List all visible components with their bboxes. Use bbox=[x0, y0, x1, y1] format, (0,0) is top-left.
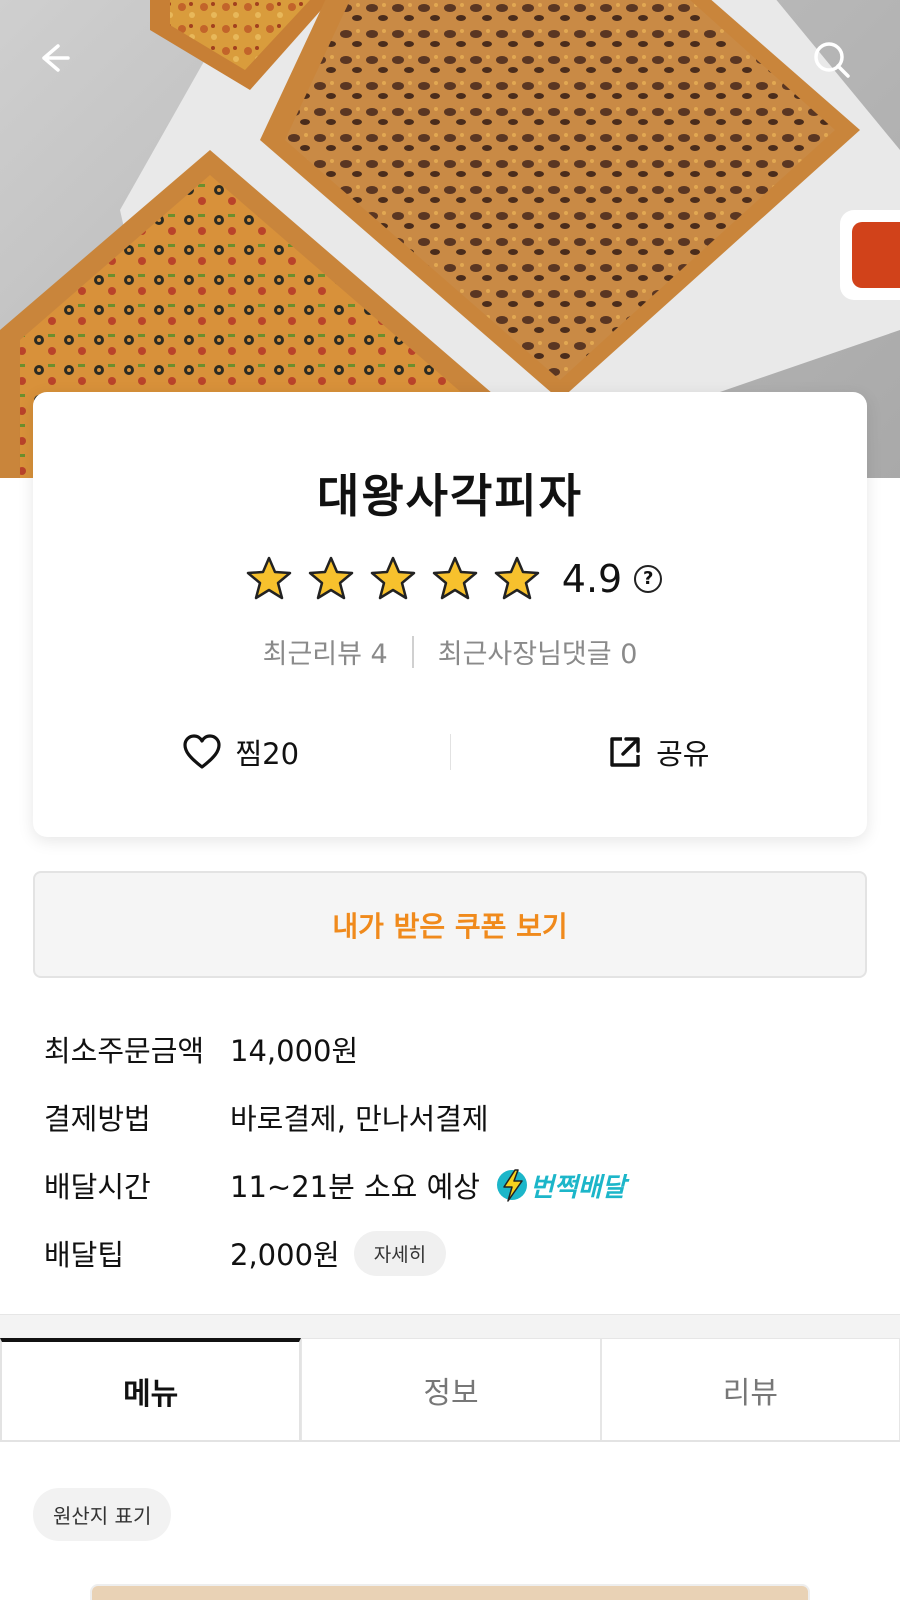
search-button[interactable] bbox=[810, 38, 866, 94]
payment-method-value: 바로결제, 만나서결제 bbox=[230, 1102, 489, 1136]
share-button[interactable]: 공유 bbox=[451, 731, 868, 773]
store-tabs: 메뉴 정보 리뷰 bbox=[0, 1338, 900, 1442]
star-icon bbox=[246, 556, 292, 600]
divider bbox=[411, 635, 414, 668]
store-delivery-info: 최소주문금액 14,000원 결제방법 바로결제, 만나서결제 배달시간 11~… bbox=[44, 1015, 864, 1287]
info-label: 최소주문금액 bbox=[44, 1034, 205, 1068]
star-icon bbox=[308, 556, 354, 600]
min-order-row: 최소주문금액 14,000원 bbox=[44, 1015, 864, 1083]
share-label: 공유 bbox=[656, 737, 710, 771]
back-button[interactable] bbox=[34, 38, 90, 94]
info-label: 배달시간 bbox=[44, 1170, 151, 1204]
info-label: 결제방법 bbox=[44, 1102, 151, 1136]
flash-delivery-label: 번쩍배달 bbox=[529, 1172, 626, 1203]
flash-delivery-badge: 번쩍배달 bbox=[496, 1167, 626, 1204]
tab-menu[interactable]: 메뉴 bbox=[0, 1338, 302, 1440]
owner-replies-link[interactable]: 최근사장님댓글 0 bbox=[438, 632, 638, 671]
delivery-tip-wrapper: 2,000원 자세히 bbox=[230, 1230, 447, 1276]
like-button[interactable]: 찜20 bbox=[33, 731, 450, 773]
delivery-tip-value: 2,000원 bbox=[230, 1238, 340, 1272]
delivery-tip-row: 배달팁 2,000원 자세히 bbox=[44, 1219, 864, 1287]
action-row: 찜20 공유 bbox=[33, 717, 867, 787]
rating-value: 4.9 bbox=[561, 557, 623, 601]
star-icon bbox=[432, 556, 478, 600]
heart-icon bbox=[183, 734, 222, 769]
rating-row: 4.9 ? bbox=[33, 554, 867, 604]
my-coupons-button[interactable]: 내가 받은 쿠폰 보기 bbox=[33, 871, 867, 978]
like-count: 찜20 bbox=[235, 737, 300, 771]
store-name: 대왕사각피자 bbox=[317, 469, 583, 523]
section-divider bbox=[0, 1314, 900, 1338]
origin-label-button[interactable]: 원산지 표기 bbox=[33, 1488, 172, 1541]
help-icon[interactable]: ? bbox=[634, 565, 663, 593]
info-label: 배달팁 bbox=[44, 1238, 125, 1272]
delivery-time-row: 배달시간 11~21분 소요 예상 번쩍배달 bbox=[44, 1151, 864, 1219]
payment-method-row: 결제방법 바로결제, 만나서결제 bbox=[44, 1083, 864, 1151]
recent-reviews-link[interactable]: 최근리뷰 4 bbox=[263, 632, 388, 671]
share-icon bbox=[610, 737, 640, 767]
tab-reviews[interactable]: 리뷰 bbox=[600, 1338, 900, 1440]
lightning-icon bbox=[496, 1169, 527, 1202]
min-order-value: 14,000원 bbox=[230, 1034, 359, 1068]
search-icon bbox=[814, 42, 850, 78]
tab-info[interactable]: 정보 bbox=[301, 1338, 601, 1440]
star-icon bbox=[494, 556, 540, 600]
tip-detail-button[interactable]: 자세히 bbox=[353, 1230, 447, 1276]
store-page: 대왕사각피자 4.9 ? 최근리뷰 4 최근사장님댓글 0 찜20 공유 내가 … bbox=[0, 0, 900, 1600]
star-icon bbox=[370, 556, 416, 600]
store-info-card: 대왕사각피자 4.9 ? 최근리뷰 4 최근사장님댓글 0 찜20 공유 bbox=[33, 392, 867, 837]
back-arrow-icon bbox=[42, 44, 70, 72]
menu-item-image[interactable] bbox=[90, 1584, 810, 1600]
delivery-time-wrapper: 11~21분 소요 예상 번쩍배달 bbox=[230, 1164, 626, 1206]
delivery-time-value: 11~21분 소요 예상 bbox=[230, 1170, 480, 1204]
review-summary: 최근리뷰 4 최근사장님댓글 0 bbox=[33, 632, 867, 671]
